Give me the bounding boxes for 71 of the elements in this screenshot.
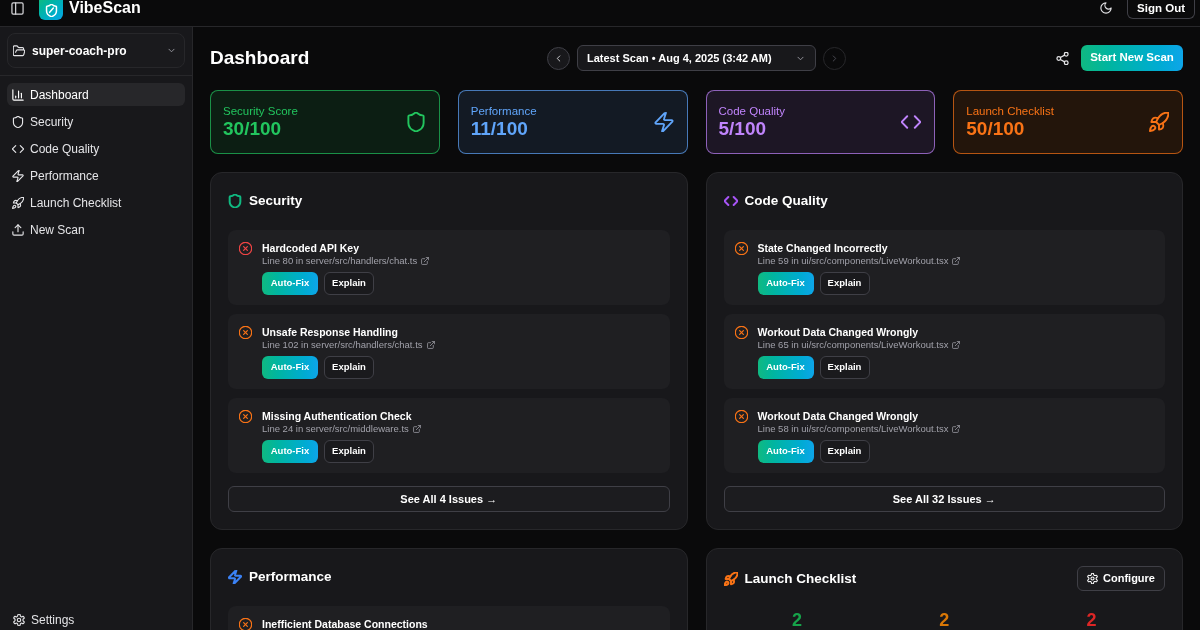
sidebar-nav-item[interactable]: Dashboard: [7, 83, 185, 106]
score-value: 11/100: [470, 118, 528, 140]
shield-logo-icon: [39, 0, 63, 20]
file-location-link[interactable]: Line 59 in ui/src/components/LiveWorkout.tsx: [757, 255, 949, 267]
chevron-down-icon: [167, 46, 176, 55]
explain-button[interactable]: Explain: [819, 440, 870, 463]
checklist-count: 2: [792, 611, 803, 629]
sidebar-nav-item[interactable]: Code Quality: [7, 137, 185, 160]
chevron-left-icon: [554, 53, 563, 63]
project-select[interactable]: super-coach-pro: [7, 33, 185, 68]
chevron-right-icon: [830, 53, 839, 63]
settings-icon: [13, 614, 25, 626]
sidebar-nav-item[interactable]: Performance: [7, 164, 185, 187]
external-link-icon: [421, 257, 430, 265]
score-value: 5/100: [718, 118, 767, 140]
file-location-link[interactable]: Line 80 in server/src/handlers/chat.ts: [262, 255, 418, 267]
sidebar-nav-item[interactable]: Launch Checklist: [7, 191, 185, 214]
explain-button[interactable]: Explain: [819, 272, 870, 295]
configure-button[interactable]: Configure: [1077, 566, 1165, 591]
score-value: 50/100: [966, 118, 1025, 140]
share-icon[interactable]: [1056, 51, 1069, 65]
file-location-link[interactable]: Line 102 in server/src/handlers/chat.ts: [262, 339, 423, 351]
folder-icon: [13, 44, 25, 57]
issue-title: Unsafe Response Handling: [262, 325, 398, 339]
sidebar-nav-item[interactable]: New Scan: [7, 218, 185, 241]
score-label: Performance: [470, 104, 537, 118]
moon-icon[interactable]: [1100, 2, 1113, 14]
checklist-count: 2: [939, 611, 950, 629]
section-title: Code Quality: [744, 192, 828, 210]
score-value: 30/100: [223, 118, 282, 140]
scan-select[interactable]: Latest Scan • Aug 4, 2025 (3:42 AM): [577, 45, 816, 71]
shield-icon: [12, 115, 24, 128]
issue-title: State Changed Incorrectly: [757, 241, 888, 255]
issue-title: Hardcoded API Key: [262, 241, 360, 255]
bar-chart-icon: [12, 88, 24, 101]
external-link-icon: [952, 257, 961, 265]
code-brackets-icon: [12, 142, 24, 155]
sidebar-toggle-icon[interactable]: [11, 2, 24, 15]
app-name: VibeScan: [69, 0, 141, 16]
see-all-issues-button[interactable]: See All 4 Issues →: [228, 486, 670, 512]
page-title: Dashboard: [210, 46, 310, 70]
explain-button[interactable]: Explain: [324, 356, 374, 379]
external-link-icon: [952, 425, 961, 433]
score-label: Code Quality: [718, 104, 785, 118]
file-location-link[interactable]: Line 58 in ui/src/components/LiveWorkout.tsx: [757, 423, 949, 435]
sign-out-button[interactable]: Sign Out: [1127, 0, 1195, 19]
issue-title: Workout Data Changed Wrongly: [757, 325, 919, 339]
checklist-count: 2: [1086, 611, 1097, 629]
score-label: Security Score: [223, 104, 298, 118]
section-title: Launch Checklist: [744, 569, 857, 588]
rocket-icon: [12, 196, 24, 209]
external-link-icon: [952, 341, 961, 349]
file-location-link[interactable]: Line 24 in server/src/middleware.ts: [262, 423, 409, 435]
section-title: Performance: [249, 568, 332, 586]
file-location-link[interactable]: Line 65 in ui/src/components/LiveWorkout.tsx: [757, 339, 949, 351]
settings-nav-item[interactable]: Settings: [7, 610, 185, 630]
score-label: Launch Checklist: [966, 104, 1054, 118]
explain-button[interactable]: Explain: [324, 440, 374, 463]
external-link-icon: [412, 425, 421, 433]
settings-icon: [1087, 573, 1099, 584]
issue-title: Missing Authentication Check: [262, 409, 412, 423]
issue-title: Inefficient Database Connections: [262, 617, 428, 630]
explain-button[interactable]: Explain: [324, 272, 374, 295]
issue-title: Workout Data Changed Wrongly: [757, 409, 919, 423]
upload-icon: [12, 223, 24, 236]
sidebar-nav-item[interactable]: Security: [7, 110, 185, 133]
section-title: Security: [249, 192, 303, 210]
lightning-bolt-icon: [12, 169, 24, 182]
see-all-issues-button[interactable]: See All 32 Issues →: [723, 486, 1165, 512]
external-link-icon: [426, 341, 435, 349]
explain-button[interactable]: Explain: [819, 356, 870, 379]
